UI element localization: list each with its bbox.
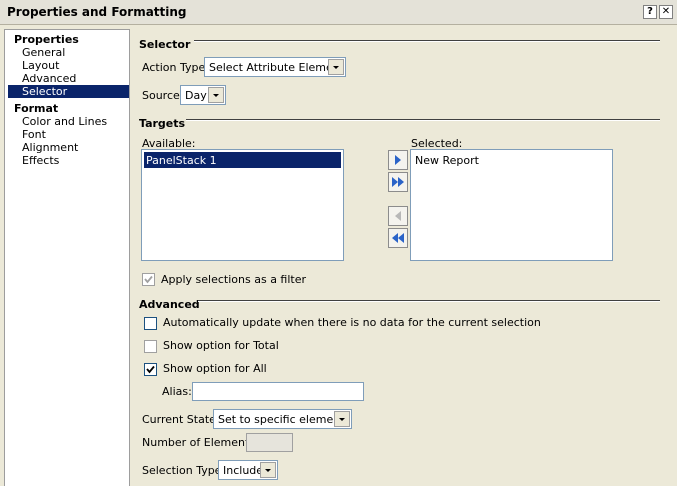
chevron-down-icon[interactable]: [334, 411, 350, 427]
selection-type-label: Selection Type:: [142, 464, 226, 477]
targets-heading: Targets: [139, 117, 186, 130]
nav-heading-format: Format: [14, 102, 59, 115]
source-value: Day: [185, 89, 207, 102]
alias-input[interactable]: [192, 382, 364, 401]
title-bar: Properties and Formatting ? ✕: [0, 0, 677, 25]
help-icon: ?: [647, 6, 653, 17]
list-item-label: New Report: [415, 154, 479, 167]
close-icon: ✕: [661, 6, 671, 17]
close-button[interactable]: ✕: [659, 5, 673, 19]
advanced-heading: Advanced: [139, 298, 200, 311]
nav-item-general[interactable]: General: [22, 46, 65, 59]
available-list[interactable]: PanelStack 1: [141, 149, 344, 261]
double-arrow-left-icon: [392, 233, 404, 243]
move-left-button[interactable]: [388, 206, 408, 226]
nav-item-layout[interactable]: Layout: [22, 59, 59, 72]
nav-item-effects[interactable]: Effects: [22, 154, 59, 167]
selector-heading: Selector: [139, 38, 191, 51]
checkmark-icon: [144, 275, 153, 284]
show-total-checkbox[interactable]: [144, 340, 157, 353]
checkmark-icon: [146, 365, 155, 374]
number-of-elements-input[interactable]: [246, 433, 293, 452]
current-state-dropdown[interactable]: Set to specific elements: [213, 409, 352, 429]
move-right-button[interactable]: [388, 150, 408, 170]
auto-update-checkbox[interactable]: [144, 317, 157, 330]
source-dropdown[interactable]: Day: [180, 85, 226, 105]
move-all-right-button[interactable]: [388, 172, 408, 192]
nav-item-selector-label: Selector: [22, 85, 68, 98]
window-title: Properties and Formatting: [7, 5, 187, 19]
show-total-label: Show option for Total: [163, 339, 279, 352]
nav-heading-properties: Properties: [14, 33, 79, 46]
help-button[interactable]: ?: [643, 5, 657, 19]
chevron-down-icon[interactable]: [208, 87, 224, 103]
current-state-label: Current State:: [142, 413, 220, 426]
list-item[interactable]: New Report: [413, 152, 610, 168]
advanced-divider: [198, 300, 660, 302]
show-all-checkbox[interactable]: [144, 363, 157, 376]
nav-item-selector[interactable]: Selector: [8, 85, 129, 98]
list-item[interactable]: PanelStack 1: [144, 152, 341, 168]
arrow-right-icon: [395, 155, 401, 165]
action-type-dropdown[interactable]: Select Attribute Element: [204, 57, 346, 77]
selector-divider: [194, 40, 660, 42]
move-all-left-button[interactable]: [388, 228, 408, 248]
nav-item-advanced[interactable]: Advanced: [22, 72, 76, 85]
apply-filter-checkbox[interactable]: [142, 273, 155, 286]
double-arrow-right-icon: [392, 177, 404, 187]
selection-type-value: Include: [223, 464, 264, 477]
current-state-value: Set to specific elements: [218, 413, 351, 426]
alias-label: Alias:: [162, 385, 192, 398]
list-item-label: PanelStack 1: [146, 154, 217, 167]
apply-filter-label: Apply selections as a filter: [161, 273, 307, 286]
nav-item-alignment[interactable]: Alignment: [22, 141, 78, 154]
number-of-elements-label: Number of Elements:: [142, 436, 259, 449]
auto-update-label: Automatically update when there is no da…: [163, 316, 541, 329]
selection-type-dropdown[interactable]: Include: [218, 460, 278, 480]
action-type-value: Select Attribute Element: [209, 61, 345, 74]
targets-divider: [186, 119, 660, 121]
nav-item-font[interactable]: Font: [22, 128, 46, 141]
chevron-down-icon[interactable]: [260, 462, 276, 478]
selected-list[interactable]: New Report: [410, 149, 613, 261]
arrow-left-icon: [395, 211, 401, 221]
category-tree: Properties General Layout Advanced Selec…: [4, 29, 130, 486]
action-type-label: Action Type:: [142, 61, 209, 74]
show-all-label: Show option for All: [163, 362, 267, 375]
nav-item-color-and-lines[interactable]: Color and Lines: [22, 115, 107, 128]
source-label: Source:: [142, 89, 184, 102]
chevron-down-icon[interactable]: [328, 59, 344, 75]
